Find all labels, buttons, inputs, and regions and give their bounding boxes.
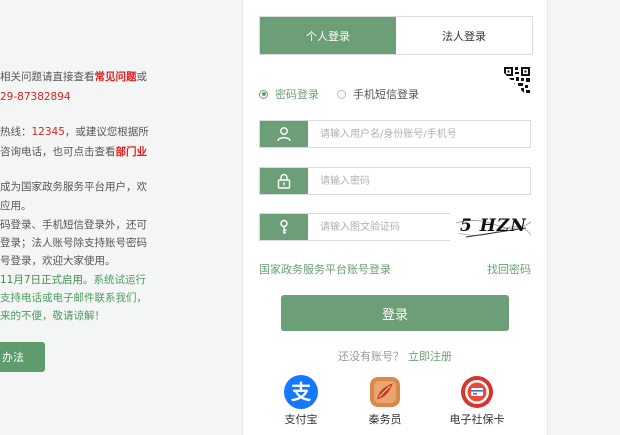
radio-sms-login[interactable]: 手机短信登录	[337, 86, 419, 102]
notice-line: 来的不便，敬请谅解！	[0, 310, 105, 322]
social-security-card-icon	[460, 375, 494, 409]
notice-line: 登录；法人账号除支持账号密码	[0, 237, 147, 249]
captcha-text: 5 HZN	[460, 216, 527, 236]
radio-dot-checked	[259, 89, 268, 99]
register-link[interactable]: 立即注册	[408, 350, 452, 363]
register-row: 还没有账号？ 立即注册	[243, 348, 547, 364]
login-tabs: 个人登录 法人登录	[259, 16, 533, 55]
link-row: 国家政务服务平台账号登录 找回密码	[259, 261, 531, 277]
key-icon	[260, 214, 308, 240]
radio-password-login[interactable]: 密码登录	[259, 86, 319, 102]
alipay-icon: 支	[284, 375, 318, 409]
user-icon	[260, 121, 308, 147]
notice-text: ，或建议您根据所	[64, 126, 149, 138]
forgot-password-link[interactable]: 找回密码	[487, 261, 531, 277]
captcha-input[interactable]	[308, 214, 457, 240]
no-account-text: 还没有账号？	[338, 350, 404, 363]
alipay-login[interactable]: 支 支付宝	[261, 375, 341, 427]
notice-text: 咨询电话，也可点击查看	[0, 146, 116, 158]
captcha-field	[259, 213, 457, 241]
tab-corporate-login[interactable]: 法人登录	[396, 17, 532, 54]
tab-personal-login[interactable]: 个人登录	[260, 17, 396, 54]
notice-text: 相关问题请直接查看	[0, 71, 95, 83]
notice-line: 码登录、手机短信登录外，还可	[0, 219, 147, 231]
department-link[interactable]: 部门业	[116, 146, 148, 158]
radio-label: 密码登录	[275, 88, 319, 101]
radio-label: 手机短信登录	[353, 88, 419, 101]
qr-corner-fold	[495, 64, 533, 102]
method-button[interactable]: 办法	[0, 342, 45, 372]
qinwuyuan-icon	[368, 375, 402, 409]
notice-panel: 相关问题请直接查看常见问题或 29-87382894 热线：12345，或建议您…	[0, 0, 240, 435]
notice-line: 号登录，欢迎大家使用。	[0, 255, 116, 267]
captcha-image[interactable]: 5 HZN	[456, 213, 531, 241]
notice-line: 成为国家政务服务平台用户，欢	[0, 181, 147, 193]
notice-date: 11月7日正式启用。	[0, 274, 94, 286]
notice-text: 或	[136, 71, 148, 83]
notice-line: 应用。	[0, 200, 32, 212]
svg-text:支: 支	[291, 380, 312, 404]
login-method-radios: 密码登录 手机短信登录	[259, 86, 437, 102]
qinwuyuan-login[interactable]: 秦务员	[345, 375, 425, 427]
qinwuyuan-label: 秦务员	[368, 413, 402, 426]
notice-line: 热线：12345，或建议您根据所	[0, 125, 149, 139]
notice-line: 相关问题请直接查看常见问题或	[0, 70, 147, 84]
radio-dot	[337, 89, 346, 99]
hotline-number: 12345	[31, 126, 65, 138]
username-field	[259, 120, 531, 148]
notice-text: 系统试运行	[93, 274, 147, 286]
password-field	[259, 167, 531, 195]
social-card-login[interactable]: 电子社保卡	[437, 375, 517, 427]
notice-line: 支持电话或电子邮件联系我们，	[0, 292, 147, 304]
social-card-label: 电子社保卡	[449, 413, 505, 426]
platform-login-link[interactable]: 国家政务服务平台账号登录	[259, 261, 391, 277]
password-input[interactable]	[308, 168, 530, 194]
faq-link[interactable]: 常见问题	[95, 71, 137, 83]
notice-line: 11月7日正式启用。系统试运行	[0, 273, 146, 287]
login-panel: 个人登录 法人登录 密码登录 手机短信登录 请输入用户名/身份账号/手机号 请输…	[242, 0, 548, 435]
notice-line: 咨询电话，也可点击查看部门业	[0, 145, 147, 159]
notice-text: 热线：	[0, 126, 32, 138]
phone-number: 29-87382894	[0, 91, 71, 103]
alipay-label: 支付宝	[284, 413, 318, 426]
lock-icon	[260, 168, 308, 194]
login-button[interactable]: 登录	[281, 295, 509, 331]
username-input[interactable]	[308, 121, 530, 147]
